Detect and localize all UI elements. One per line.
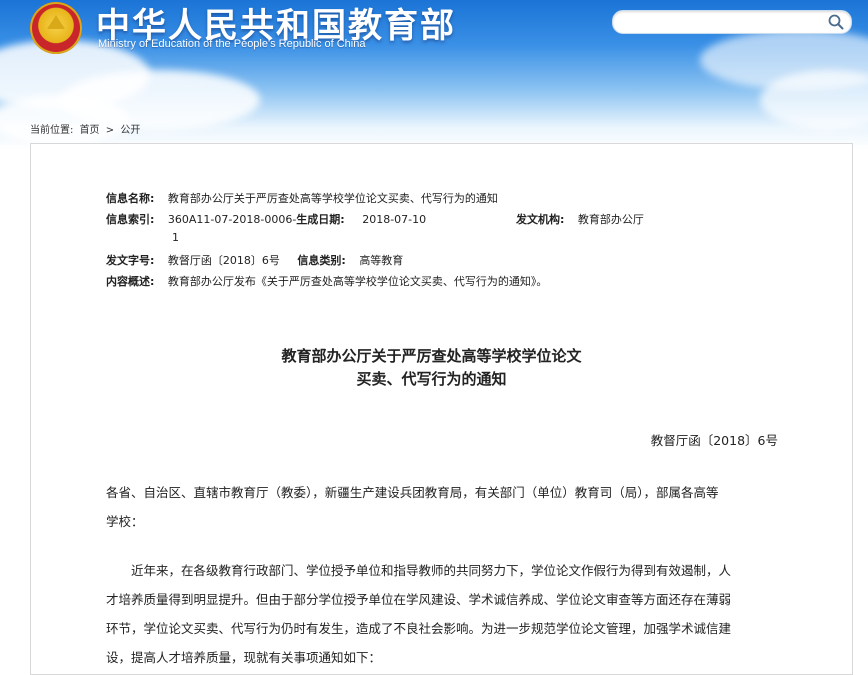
breadcrumb: 当前位置: 首页 > 公开 (30, 121, 143, 136)
paragraph-1-line3: 环节，学位论文买卖、代写行为仍时有发生，造成了不良社会影响。为进一步规范学位论文… (106, 621, 732, 636)
paragraph-1-line2: 才培养质量得到明显提升。但由于部分学位授予单位在学风建设、学术诚信养成、学位论文… (106, 592, 732, 607)
salutation: 各省、自治区、直辖市教育厅（教委），新疆生产建设兵团教育局，有关部门（单位）教育… (106, 478, 776, 536)
document-number: 教督厅函〔2018〕6号 (650, 433, 778, 448)
meta-index-value-cont: 1 (172, 231, 179, 244)
meta-summary-value: 教育部办公厅发布《关于严厉查处高等学校学位论文买卖、代写行为的通知》。 (167, 275, 548, 288)
breadcrumb-prefix: 当前位置: (30, 125, 74, 136)
breadcrumb-separator: > (105, 125, 115, 136)
paragraph-1-line4: 设，提高人才培养质量，现就有关事项通知如下： (106, 650, 382, 665)
meta-name-value: 教育部办公厅关于严厉查处高等学校学位论文买卖、代写行为的通知 (167, 192, 498, 205)
meta-date-value: 2018-07-10 (362, 213, 427, 226)
meta-summary-label: 内容概述: (106, 275, 155, 288)
meta-name-label: 信息名称: (106, 192, 155, 205)
meta-index-label: 信息索引: (106, 213, 155, 226)
breadcrumb-current-link[interactable]: 公开 (120, 125, 140, 136)
meta-row-docno: 发文字号: 教督厅函〔2018〕6号 信息类别: 高等教育 (106, 252, 403, 268)
meta-org-label: 发文机构: (516, 213, 565, 226)
paragraph-1-line1: 近年来，在各级教育行政部门、学位授予单位和指导教师的共同努力下，学位论文作假行为… (131, 563, 732, 578)
meta-row-name: 信息名称: 教育部办公厅关于严厉查处高等学校学位论文买卖、代写行为的通知 (106, 190, 498, 206)
meta-date-label: 生成日期: (296, 213, 345, 226)
meta-category-value: 高等教育 (359, 254, 404, 267)
meta-row-index: 信息索引: 360A11-07-2018-0006-生成日期: 2018-07-… (106, 211, 426, 227)
document-title-line1: 教育部办公厅关于严厉查处高等学校学位论文 (281, 347, 582, 365)
national-emblem-icon (30, 2, 82, 54)
meta-row-org: 发文机构: 教育部办公厅 (516, 211, 644, 227)
meta-org-value: 教育部办公厅 (577, 213, 644, 226)
meta-index-value: 360A11-07-2018-0006- (167, 213, 297, 226)
document-title-line2: 买卖、代写行为的通知 (356, 370, 507, 388)
search-icon[interactable] (827, 13, 845, 31)
meta-docno-label: 发文字号: (106, 254, 155, 267)
meta-category-label: 信息类别: (297, 254, 346, 267)
meta-docno-value: 教督厅函〔2018〕6号 (167, 254, 280, 267)
salutation-line2: 学校： (106, 514, 144, 529)
meta-row-summary: 内容概述: 教育部办公厅发布《关于严厉查处高等学校学位论文买卖、代写行为的通知》… (106, 273, 547, 289)
search-box (612, 10, 852, 34)
site-subtitle: Ministry of Education of the People's Re… (98, 38, 366, 50)
salutation-line1: 各省、自治区、直辖市教育厅（教委），新疆生产建设兵团教育局，有关部门（单位）教育… (106, 485, 719, 500)
breadcrumb-home-link[interactable]: 首页 (80, 125, 100, 136)
paragraph-1: 近年来，在各级教育行政部门、学位授予单位和指导教师的共同努力下，学位论文作假行为… (106, 556, 776, 672)
search-input[interactable] (623, 11, 827, 33)
